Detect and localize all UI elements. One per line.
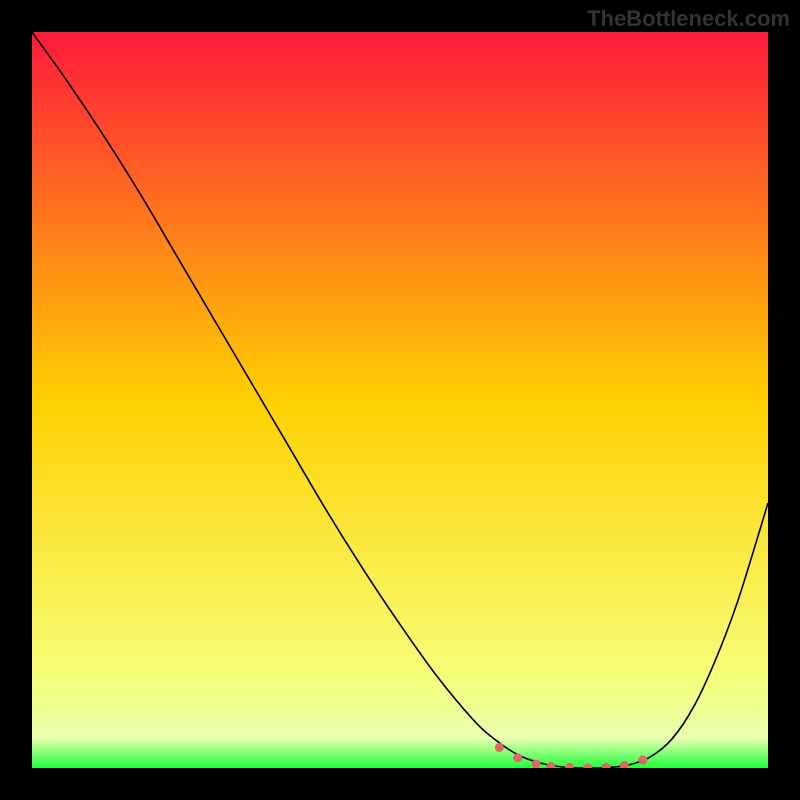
bottleneck-chart <box>32 32 768 768</box>
plot-area <box>32 32 768 768</box>
watermark-text: TheBottleneck.com <box>587 6 790 32</box>
sweet-spot-marker <box>513 753 522 762</box>
chart-container: TheBottleneck.com <box>0 0 800 800</box>
sweet-spot-marker <box>638 755 647 764</box>
sweet-spot-marker <box>495 743 504 752</box>
